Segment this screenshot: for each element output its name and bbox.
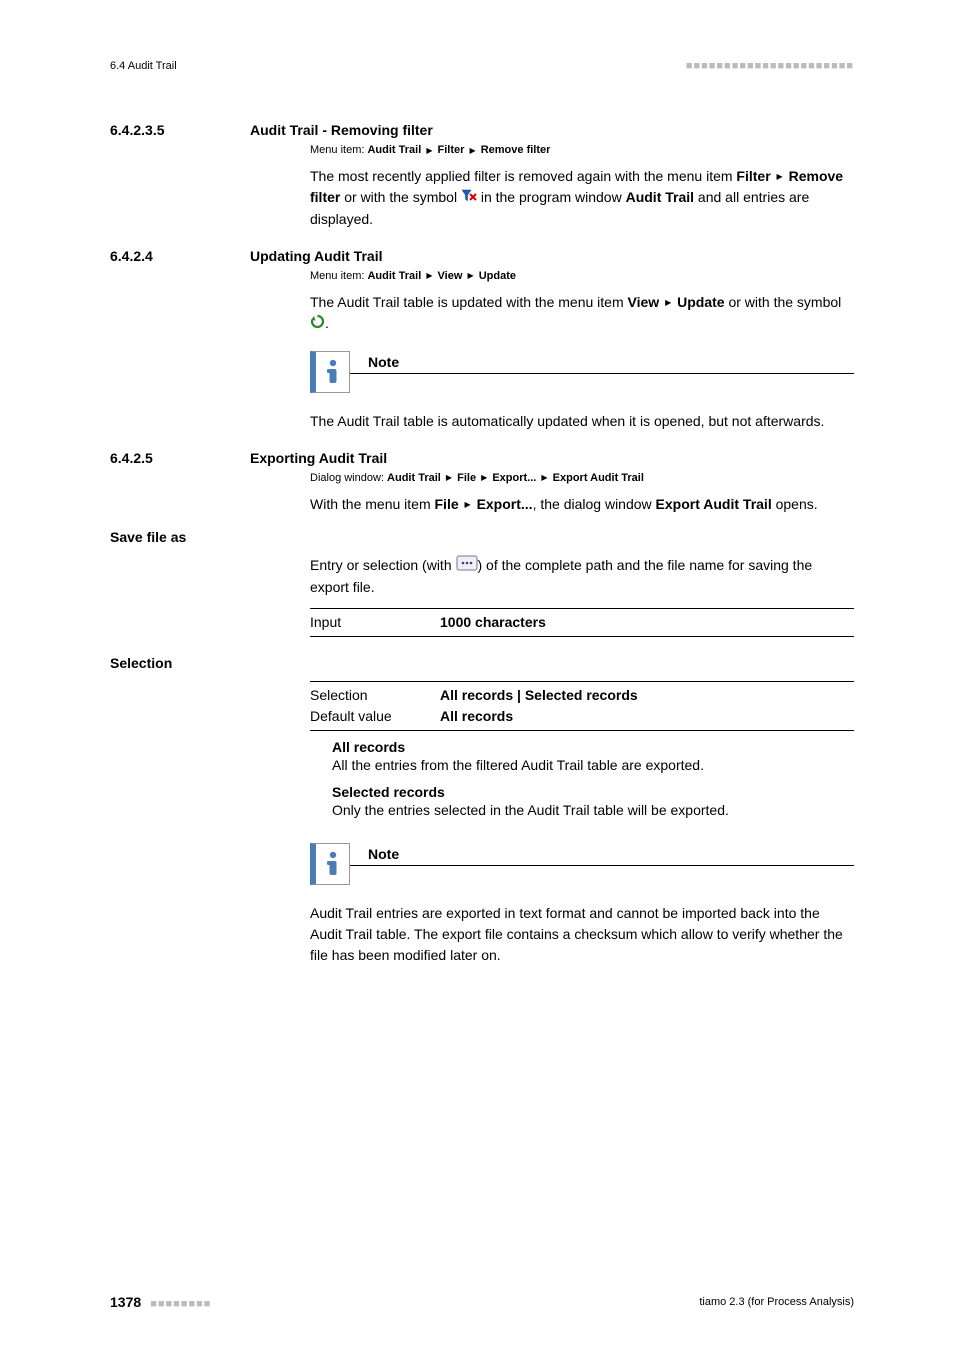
- text: , the dialog window: [533, 496, 656, 512]
- refresh-icon: [310, 314, 325, 335]
- input-table: Input 1000 characters: [310, 608, 854, 637]
- menu-path: Menu item: Audit Trail ▶ View ▶ Update: [310, 270, 854, 282]
- text: in the program window: [477, 189, 626, 205]
- menu-seg: Export...: [492, 472, 536, 484]
- triangle-icon: ▶: [539, 473, 549, 482]
- kv-key: Input: [310, 612, 440, 633]
- field-label: Save file as: [110, 529, 310, 545]
- text-bold: View: [628, 294, 660, 310]
- menu-seg: Audit Trail: [387, 472, 441, 484]
- text-bold: File: [435, 496, 459, 512]
- menu-prefix: Menu item:: [310, 270, 367, 282]
- section-number: 6.4.2.5: [110, 450, 250, 466]
- separator: |: [513, 687, 525, 703]
- text: The Audit Trail table is updated with th…: [310, 294, 628, 310]
- kv-key: Default value: [310, 706, 440, 727]
- triangle-icon: ▶: [663, 297, 673, 309]
- option: Selected records: [525, 687, 638, 703]
- kv-value: All records | Selected records: [440, 685, 638, 706]
- section-number: 6.4.2.4: [110, 248, 250, 264]
- field-save-file-as: Save file as: [110, 529, 854, 545]
- browse-icon: [456, 555, 478, 577]
- section-title: Audit Trail - Removing filter: [250, 122, 433, 138]
- option-selected-records: Selected records Only the entries select…: [332, 784, 854, 821]
- triangle-icon: ▶: [463, 499, 473, 511]
- footer-dots: ■■■■■■■■: [150, 1298, 211, 1310]
- menu-seg: View: [438, 270, 463, 282]
- text: With the menu item: [310, 496, 435, 512]
- option-body: Only the entries selected in the Audit T…: [332, 800, 854, 821]
- info-icon: [310, 351, 350, 393]
- page-header: 6.4 Audit Trail ■■■■■■■■■■■■■■■■■■■■■■: [110, 60, 854, 72]
- menu-seg: File: [457, 472, 476, 484]
- text-bold: Export Audit Trail: [656, 496, 772, 512]
- menu-seg: Audit Trail: [367, 270, 421, 282]
- note-block: Note Audit Trail entries are exported in…: [310, 843, 854, 966]
- section-title: Updating Audit Trail: [250, 248, 382, 264]
- filter-remove-icon: [461, 188, 477, 209]
- option-body: All the entries from the filtered Audit …: [332, 755, 854, 776]
- menu-seg: Remove filter: [481, 144, 551, 156]
- note-title: Note: [350, 843, 854, 866]
- note-block: Note The Audit Trail table is automatica…: [310, 351, 854, 432]
- page-footer: 1378 ■■■■■■■■ tiamo 2.3 (for Process Ana…: [110, 1294, 854, 1310]
- text-bold: Audit Trail: [626, 189, 694, 205]
- field-label: Selection: [110, 655, 310, 671]
- dialog-prefix: Dialog window:: [310, 472, 387, 484]
- triangle-icon: ▶: [465, 271, 475, 280]
- triangle-icon: ▶: [775, 171, 785, 183]
- menu-path: Menu item: Audit Trail ▶ Filter ▶ Remove…: [310, 144, 854, 156]
- note-body: The Audit Trail table is automatically u…: [310, 411, 854, 432]
- kv-key: Selection: [310, 685, 440, 706]
- section-64235-heading: 6.4.2.3.5 Audit Trail - Removing filter: [110, 122, 854, 138]
- menu-seg: Filter: [438, 144, 465, 156]
- selection-table: Selection All records | Selected records…: [310, 681, 854, 731]
- field-selection: Selection: [110, 655, 854, 671]
- menu-seg: Export Audit Trail: [553, 472, 644, 484]
- option-title: Selected records: [332, 784, 854, 800]
- text-bold: Update: [677, 294, 724, 310]
- paragraph: The Audit Trail table is updated with th…: [310, 292, 854, 335]
- triangle-icon: ▶: [424, 146, 434, 155]
- page-number: 1378: [110, 1294, 141, 1310]
- paragraph: With the menu item File ▶ Export..., the…: [310, 494, 854, 515]
- note-body: Audit Trail entries are exported in text…: [310, 903, 854, 966]
- footer-product: tiamo 2.3 (for Process Analysis): [699, 1296, 854, 1308]
- text: .: [325, 315, 329, 331]
- triangle-icon: ▶: [424, 271, 434, 280]
- text: or with the symbol: [725, 294, 842, 310]
- header-dots: ■■■■■■■■■■■■■■■■■■■■■■: [686, 60, 854, 72]
- note-title: Note: [350, 351, 854, 374]
- menu-seg: Audit Trail: [367, 144, 421, 156]
- section-title: Exporting Audit Trail: [250, 450, 387, 466]
- triangle-icon: ▶: [468, 146, 478, 155]
- info-icon: [310, 843, 350, 885]
- text-bold: Export...: [477, 496, 533, 512]
- text: or with the symbol: [340, 189, 461, 205]
- menu-seg: Update: [479, 270, 516, 282]
- triangle-icon: ▶: [479, 473, 489, 482]
- text: Entry or selection (with: [310, 557, 456, 573]
- option: All records: [440, 687, 513, 703]
- section-number: 6.4.2.3.5: [110, 122, 250, 138]
- dialog-path: Dialog window: Audit Trail ▶ File ▶ Expo…: [310, 472, 854, 484]
- paragraph: Entry or selection (with ) of the comple…: [310, 555, 854, 598]
- paragraph: The most recently applied filter is remo…: [310, 166, 854, 230]
- text: opens.: [772, 496, 818, 512]
- header-section: 6.4 Audit Trail: [110, 60, 177, 72]
- kv-value: All records: [440, 706, 513, 727]
- text-bold: Fil­ter: [736, 168, 770, 184]
- option-all-records: All records All the entries from the fil…: [332, 739, 854, 776]
- section-6424-heading: 6.4.2.4 Updating Audit Trail: [110, 248, 854, 264]
- kv-value: 1000 characters: [440, 612, 546, 633]
- option-title: All records: [332, 739, 854, 755]
- menu-prefix: Menu item:: [310, 144, 367, 156]
- text: The most recently applied filter is remo…: [310, 168, 736, 184]
- triangle-icon: ▶: [444, 473, 454, 482]
- section-6425-heading: 6.4.2.5 Exporting Audit Trail: [110, 450, 854, 466]
